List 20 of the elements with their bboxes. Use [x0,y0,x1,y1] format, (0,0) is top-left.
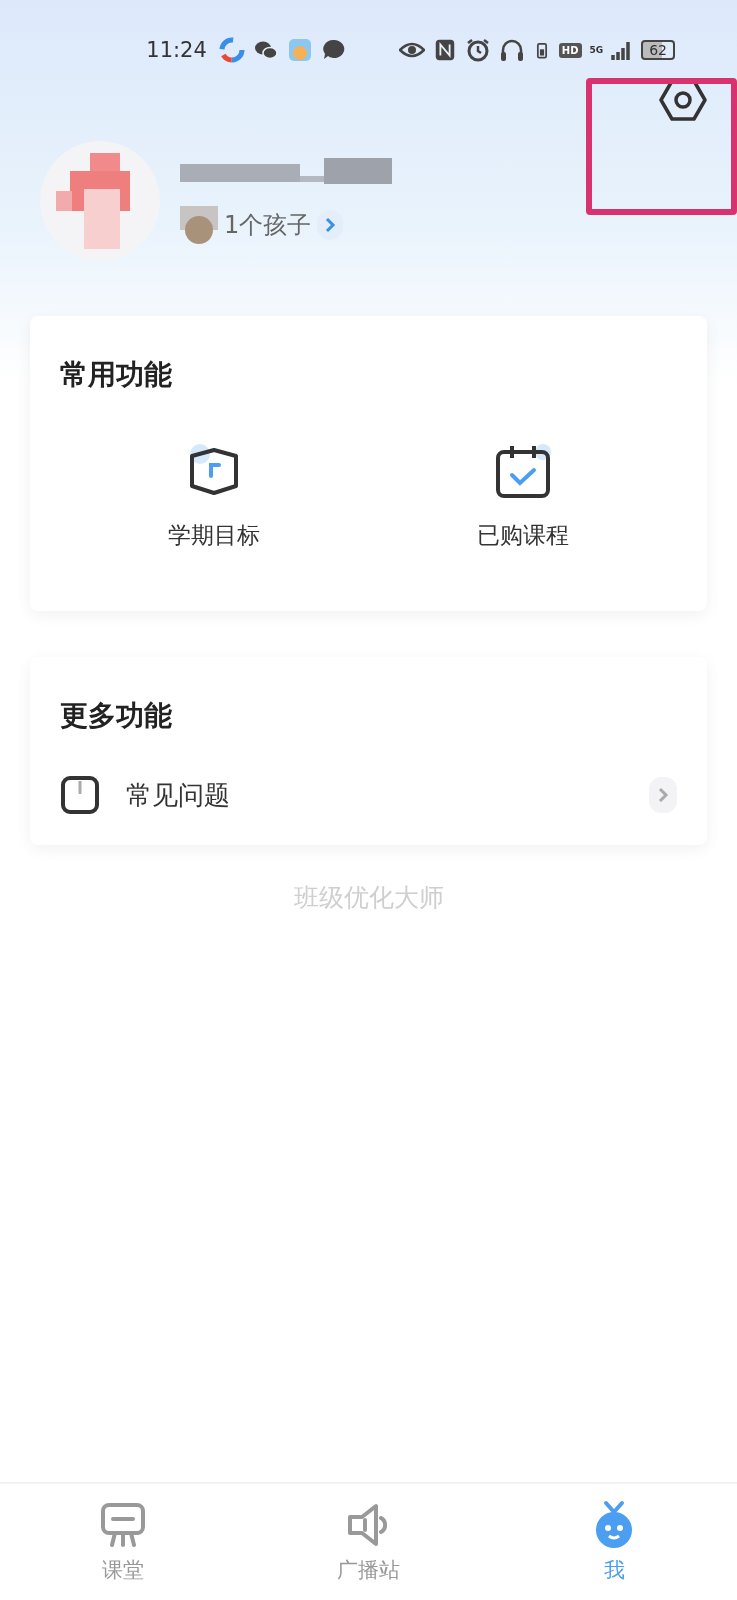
menu-item-label[interactable]: 常见问题 [126,777,623,813]
nav-tab[interactable]: 我 [491,1484,737,1600]
app-icon [218,37,245,63]
section-title: 更多功能 [60,698,173,734]
game-icon [286,37,313,63]
nav-tab[interactable]: 广播站 [245,1484,492,1600]
section-title: 常用功能 [60,357,173,393]
function-label[interactable]: 已购课程 [476,520,569,551]
hd-indicator: HD [558,42,582,58]
child-count[interactable]: 1个孩子 [224,209,312,241]
function-label[interactable]: 学期目标 [168,520,261,551]
avatar[interactable] [40,141,160,261]
chevron-right-icon[interactable] [649,777,677,813]
nav-tab[interactable]: 课堂 [0,1484,246,1600]
headphones-icon [498,37,525,63]
child-avatar [180,206,218,244]
battery-indicator: 62 [641,40,675,60]
chevron-right-icon[interactable] [317,210,344,240]
status-time: 11:24 [146,38,207,62]
network-type: 5G [589,45,604,55]
